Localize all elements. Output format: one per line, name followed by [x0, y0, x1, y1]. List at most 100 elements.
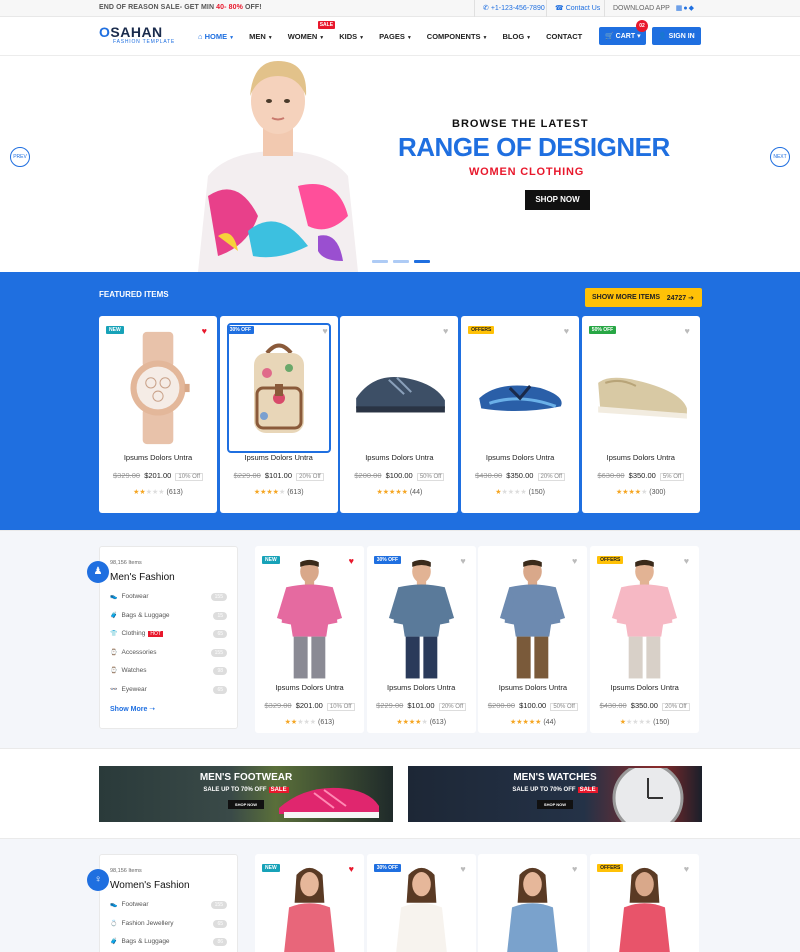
wishlist-heart-icon[interactable]: ♥ [684, 556, 689, 566]
wishlist-heart-icon[interactable]: ♥ [564, 326, 569, 336]
category-icon: 👕 [110, 631, 118, 637]
wishlist-heart-icon[interactable]: ♥ [572, 864, 577, 874]
product-card[interactable]: ♥ Ipsums Dolors Untra $200.00 $100.00 50% … [478, 546, 588, 733]
show-more-items-button[interactable]: SHOW MORE ITEMS 24727 ➔ [585, 288, 702, 307]
product-image[interactable] [597, 553, 693, 683]
product-image[interactable] [588, 323, 693, 453]
product-image[interactable] [226, 323, 331, 453]
product-card[interactable]: NEW ♥ [255, 854, 364, 952]
main-header: OSAHAN FASHION TEMPLATE ⌂ HOME ▼ MEN ▼ SAL… [0, 17, 800, 56]
product-image[interactable] [262, 861, 357, 952]
mens-watches-banner[interactable]: MEN'S WATCHES SALE UP TO 70% OFF SALE SHO… [408, 766, 702, 822]
slider-next-button[interactable]: NEXT [770, 147, 790, 167]
product-name[interactable]: Ipsums Dolors Untra [590, 683, 699, 692]
category-count: 155 [210, 593, 227, 601]
category-item[interactable]: 🧳 Bags & Luggage 86 [110, 938, 227, 952]
cart-button[interactable]: 🛒 CART ▾ 02 [599, 20, 648, 45]
product-card[interactable]: NEW ♥ Ipsums Dolors Untra $329.00 $201.00 1… [99, 316, 217, 513]
wishlist-heart-icon[interactable]: ♥ [460, 864, 465, 874]
product-name[interactable]: Ipsums Dolors Untra [255, 683, 364, 692]
wishlist-heart-icon[interactable]: ♥ [443, 326, 448, 336]
product-name[interactable]: Ipsums Dolors Untra [478, 683, 587, 692]
category-item[interactable]: 👓 Eyewear 65 [110, 685, 227, 705]
product-badge: NEW [262, 556, 280, 564]
wishlist-heart-icon[interactable]: ♥ [684, 326, 689, 336]
product-card[interactable]: ♥ [478, 854, 588, 952]
product-price: $630.00 $350.00 5% Off [582, 471, 700, 481]
nav-home[interactable]: ⌂ HOME ▼ [198, 32, 234, 41]
phone-link[interactable]: ✆ +1-123-456-7890 [474, 0, 553, 17]
product-card[interactable]: OFFERS ♥ [590, 854, 700, 952]
product-name[interactable]: Ipsums Dolors Untra [99, 453, 217, 462]
nav-kids[interactable]: KIDS ▼ [339, 32, 364, 41]
shoe-illustration [279, 787, 379, 818]
category-item[interactable]: 👟 Footwear 155 [110, 593, 227, 612]
category-item[interactable]: 👟 Footwear 155 [110, 901, 227, 920]
product-card[interactable]: 30% OFF ♥ Ipsums Dolors Untra $229.00 $101.… [219, 316, 338, 513]
mens-category-title: Men's Fashion [110, 572, 175, 583]
wishlist-heart-icon[interactable]: ♥ [322, 326, 327, 336]
mens-footwear-banner[interactable]: MEN'S FOOTWEAR SALE UP TO 70% OFF SALE SH… [99, 766, 393, 822]
product-image[interactable] [485, 861, 581, 952]
nav-women[interactable]: SALE WOMEN ▼ [288, 21, 336, 41]
product-image[interactable] [262, 553, 357, 683]
headset-icon: ☎ [555, 5, 564, 12]
category-item[interactable]: 🧳 Bags & Luggage 15 [110, 611, 227, 631]
category-item[interactable]: 👕 Clothing HOT 65 [110, 630, 227, 649]
user-icon: 👤 [658, 33, 667, 40]
promo-banners: MEN'S FOOTWEAR SALE UP TO 70% OFF SALE SH… [0, 748, 800, 838]
footwear-shop-now-button[interactable]: SHOP NOW [228, 800, 264, 809]
wishlist-heart-icon[interactable]: ♥ [460, 556, 465, 566]
slider-dot[interactable] [372, 260, 388, 263]
category-item[interactable]: ⌚ Accessories 155 [110, 648, 227, 668]
product-image[interactable] [597, 861, 693, 952]
womens-category-title: Women's Fashion [110, 880, 190, 891]
wishlist-heart-icon[interactable]: ♥ [349, 864, 354, 874]
sale-badge: SALE [317, 21, 336, 29]
product-image[interactable] [373, 861, 469, 952]
slider-prev-button[interactable]: PREV [10, 147, 30, 167]
product-card[interactable]: OFFERS ♥ Ipsums Dolors Untra $430.00 $350.0… [461, 316, 580, 513]
logo[interactable]: OSAHAN FASHION TEMPLATE [99, 25, 175, 45]
mens-show-more-link[interactable]: Show More ➝ [110, 705, 155, 713]
category-item[interactable]: ⌚ Watches 98 [110, 667, 227, 686]
product-card[interactable]: 30% OFF ♥ Ipsums Dolors Untra $229.00 $101.… [366, 546, 476, 733]
womens-category-card: ♀ 98,156 Items Women's Fashion 👟 Footwear… [87, 854, 238, 952]
product-card[interactable]: 50% OFF ♥ Ipsums Dolors Untra $630.00 $350.… [581, 316, 700, 513]
product-card[interactable]: NEW ♥ Ipsums Dolors Untra $329.00 $201.00 1… [255, 546, 364, 733]
product-name[interactable]: Ipsums Dolors Untra [340, 453, 458, 462]
nav-blog[interactable]: BLOG ▼ [503, 32, 532, 41]
slider-dot[interactable] [393, 260, 409, 263]
product-badge: OFFERS [597, 556, 624, 564]
product-image[interactable] [347, 323, 452, 453]
product-name[interactable]: Ipsums Dolors Untra [367, 683, 476, 692]
product-name[interactable]: Ipsums Dolors Untra [461, 453, 579, 462]
sign-in-button[interactable]: 👤 SIGN IN [652, 27, 701, 45]
product-image[interactable] [485, 553, 581, 683]
product-name[interactable]: Ipsums Dolors Untra [582, 453, 700, 462]
wishlist-heart-icon[interactable]: ♥ [202, 326, 207, 336]
product-card[interactable]: ♥ Ipsums Dolors Untra $200.00 $100.00 50% … [340, 316, 459, 513]
product-image[interactable] [468, 323, 573, 453]
watches-shop-now-button[interactable]: SHOP NOW [537, 800, 573, 809]
product-name[interactable]: Ipsums Dolors Untra [220, 453, 338, 462]
product-image[interactable] [106, 323, 210, 453]
category-icon: ⌚ [110, 649, 118, 656]
wishlist-heart-icon[interactable]: ♥ [349, 556, 354, 566]
hero-shop-now-button[interactable]: SHOP NOW [525, 190, 590, 210]
wishlist-heart-icon[interactable]: ♥ [572, 556, 577, 566]
wishlist-heart-icon[interactable]: ♥ [684, 864, 689, 874]
slider-dot-active[interactable] [414, 260, 430, 263]
product-image[interactable] [373, 553, 469, 683]
nav-pages[interactable]: PAGES ▼ [379, 32, 412, 41]
hero-slider: PREV NEXT BROWSE THE LATEST RANGE OF DES… [0, 56, 800, 272]
nav-contact[interactable]: CONTACT [546, 32, 582, 41]
contact-us-link[interactable]: ☎ Contact Us [546, 0, 608, 17]
product-card[interactable]: OFFERS ♥ Ipsums Dolors Untra $430.00 $350.0… [590, 546, 700, 733]
nav-components[interactable]: COMPONENTS ▼ [427, 32, 488, 41]
product-rating: ★★★★★ (613) [253, 489, 304, 496]
product-card[interactable]: 30% OFF ♥ [366, 854, 476, 952]
download-app[interactable]: DOWNLOAD APP ▦●◆ [604, 0, 703, 17]
category-item[interactable]: 💍 Fashion Jewellery 65 [110, 919, 227, 939]
nav-men[interactable]: MEN ▼ [249, 32, 273, 41]
